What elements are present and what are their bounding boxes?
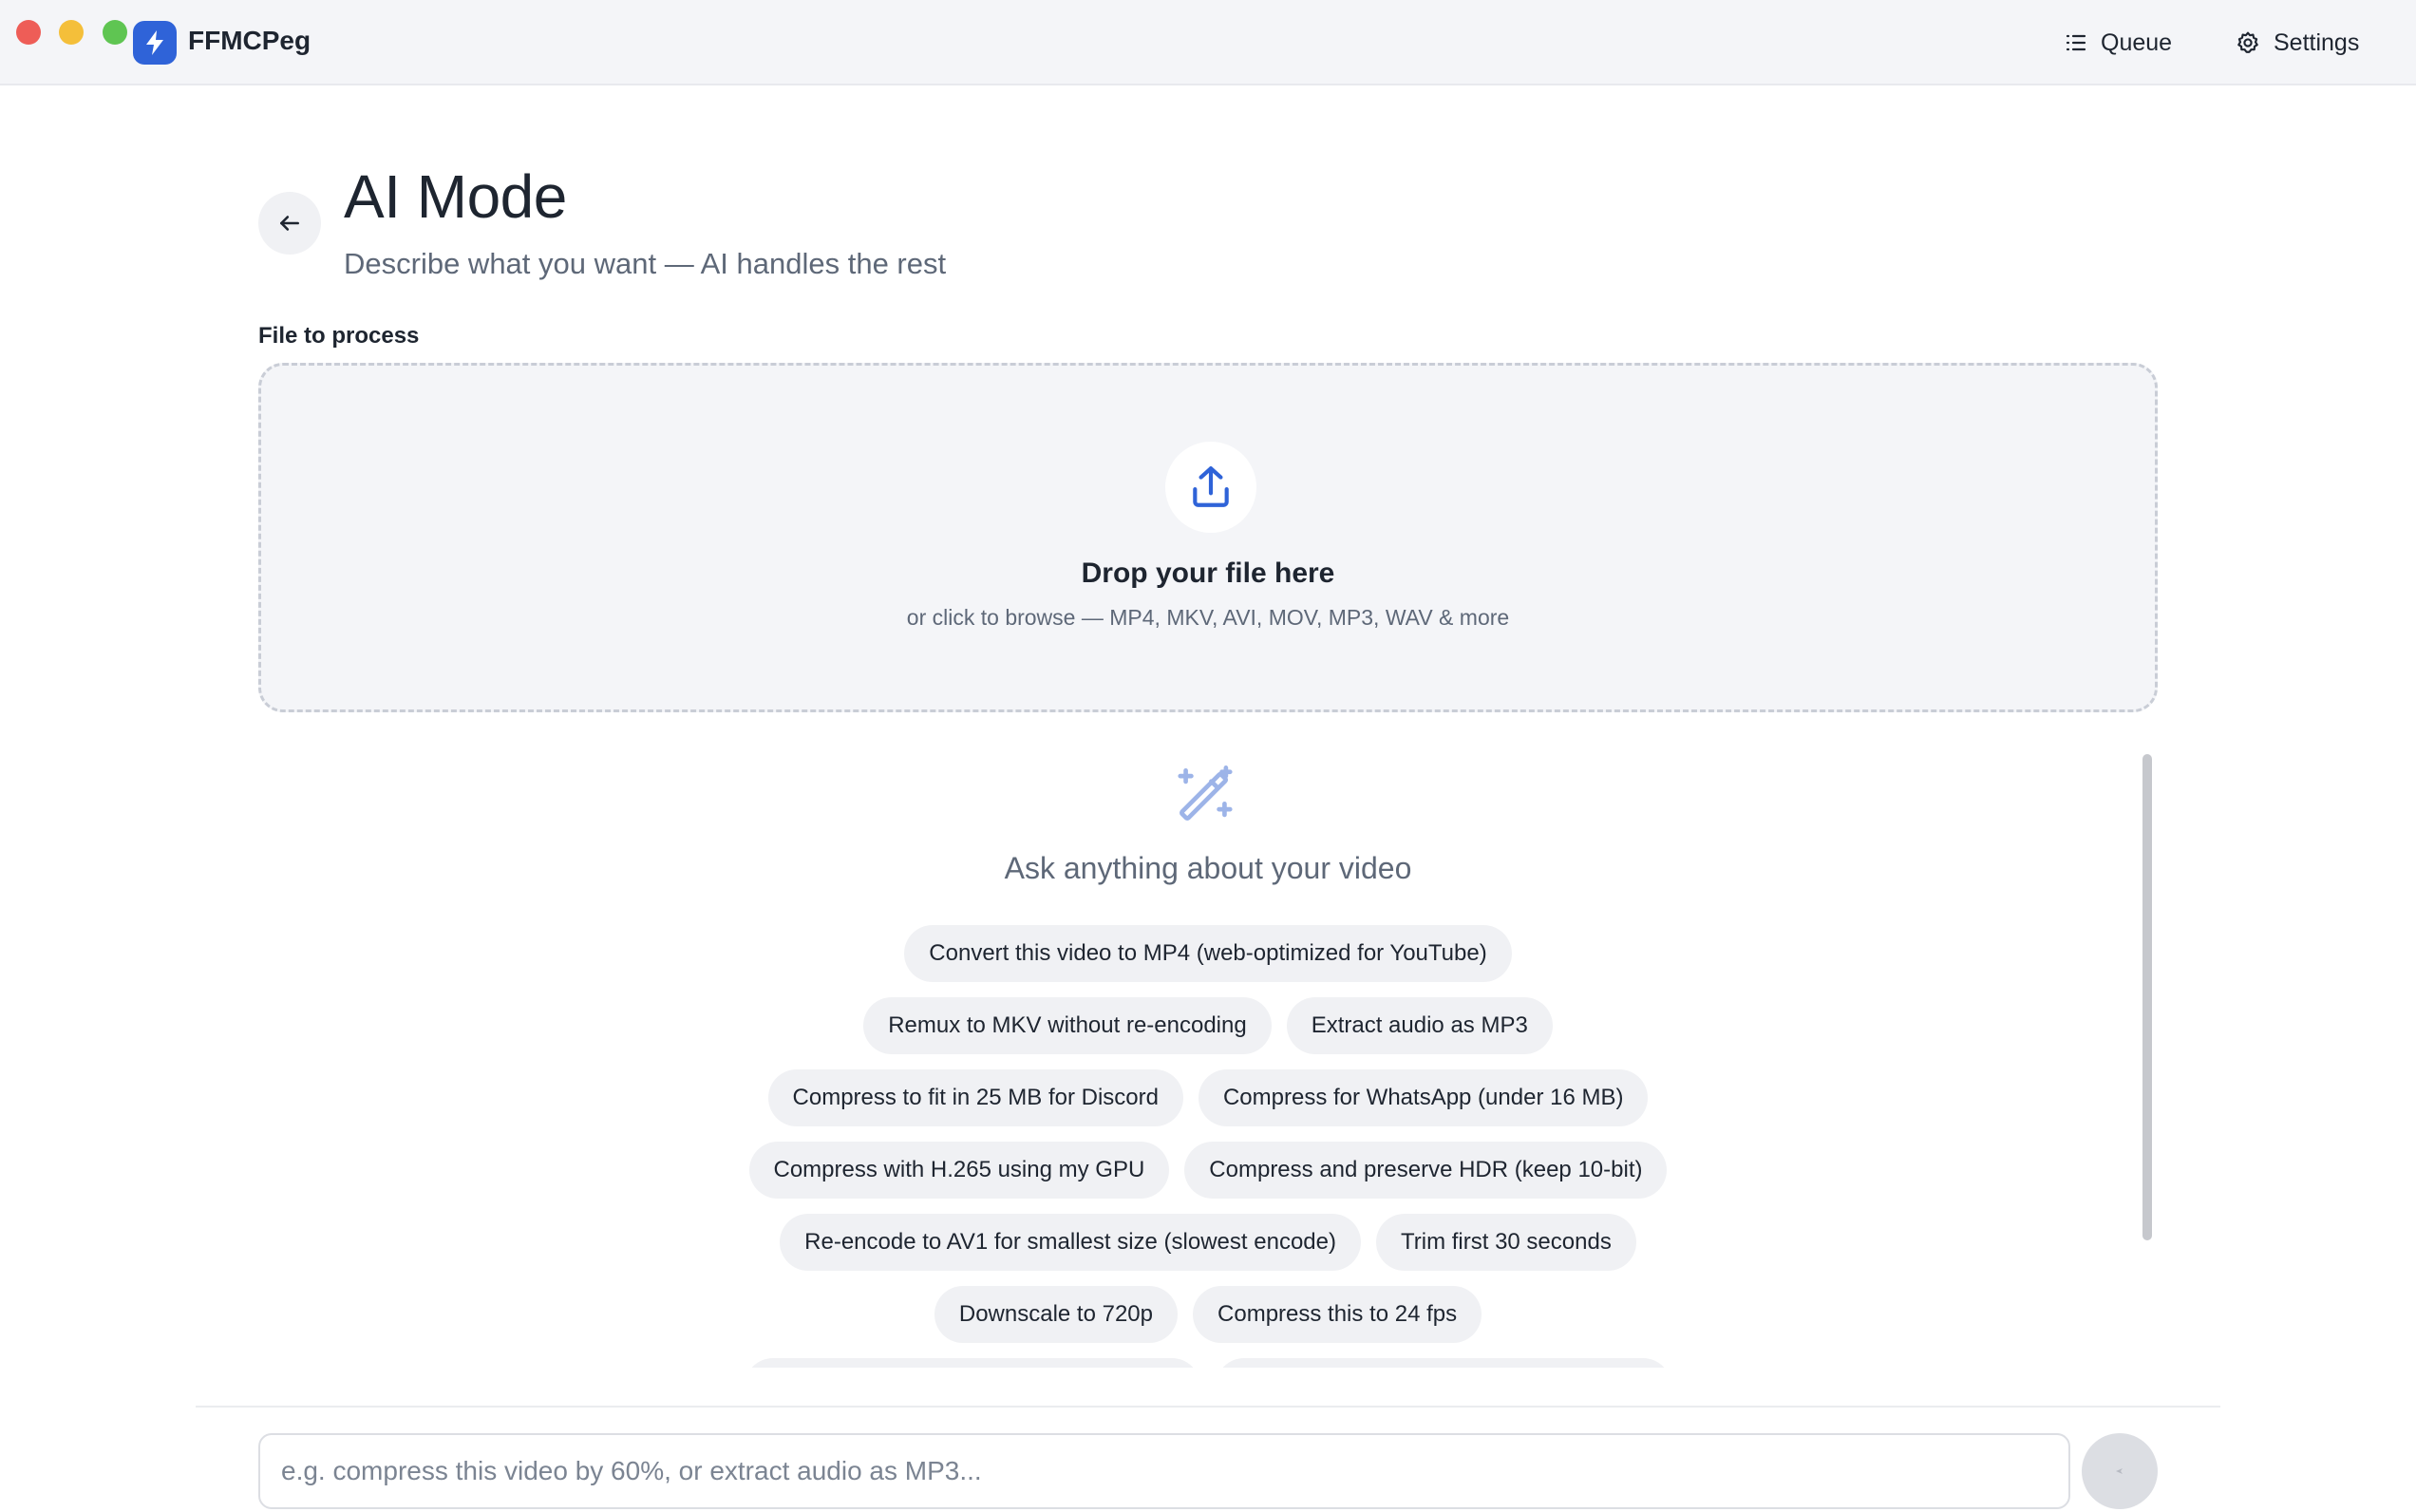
divider <box>196 1406 2220 1408</box>
title-bar: FFMCPeg Queue Settings <box>0 0 2416 85</box>
send-button[interactable] <box>2082 1433 2158 1509</box>
suggestion-chip-clipped[interactable] <box>745 1358 1200 1368</box>
prompt-input[interactable] <box>258 1433 2070 1509</box>
chip-row-partial <box>258 1358 2158 1368</box>
chip-row: Compress to fit in 25 MB for Discord Com… <box>258 1069 2158 1126</box>
page-subtitle: Describe what you want — AI handles the … <box>344 247 947 280</box>
app-name: FFMCPeg <box>188 26 311 55</box>
suggestion-chips: Convert this video to MP4 (web-optimized… <box>258 925 2158 1368</box>
suggestions-panel: Ask anything about your video Convert th… <box>258 741 2158 1368</box>
window-close-button[interactable] <box>16 20 41 45</box>
gear-icon <box>2237 31 2258 53</box>
page-title: AI Mode <box>344 162 567 231</box>
suggestions-title: Ask anything about your video <box>1004 851 1412 885</box>
settings-button[interactable]: Settings <box>2236 23 2359 63</box>
suggestion-chip[interactable]: Extract audio as MP3 <box>1286 997 1553 1054</box>
app-logo <box>133 21 177 65</box>
suggestion-chip[interactable]: Trim first 30 seconds <box>1375 1214 1636 1271</box>
queue-button[interactable]: Queue <box>2065 23 2172 63</box>
suggestion-chip[interactable]: Compress to fit in 25 MB for Discord <box>767 1069 1183 1126</box>
upload-icon-wrapper <box>1165 442 1256 533</box>
chip-row: Compress with H.265 using my GPU Compres… <box>258 1142 2158 1199</box>
suggestion-chip[interactable]: Compress for WhatsApp (under 16 MB) <box>1198 1069 1649 1126</box>
dropzone-subtitle: or click to browse — MP4, MKV, AVI, MOV,… <box>906 605 1510 630</box>
upload-icon <box>1193 466 1229 507</box>
chip-row: Remux to MKV without re-encoding Extract… <box>258 997 2158 1054</box>
dropzone-title: Drop your file here <box>1081 558 1335 589</box>
chip-row: Re-encode to AV1 for smallest size (slow… <box>258 1214 2158 1271</box>
arrow-left-icon <box>280 216 299 231</box>
suggestion-chip[interactable]: Compress with H.265 using my GPU <box>748 1142 1170 1199</box>
chip-row: Downscale to 720p Compress this to 24 fp… <box>258 1286 2158 1343</box>
file-dropzone[interactable]: Drop your file here or click to browse —… <box>258 363 2158 712</box>
window-zoom-button[interactable] <box>103 20 127 45</box>
suggestion-chip[interactable]: Remux to MKV without re-encoding <box>863 997 1272 1054</box>
chip-row: Convert this video to MP4 (web-optimized… <box>258 925 2158 982</box>
settings-label: Settings <box>2274 28 2360 56</box>
suggestion-chip[interactable]: Downscale to 720p <box>934 1286 1179 1343</box>
suggestion-chip-clipped[interactable] <box>1216 1358 1671 1368</box>
queue-label: Queue <box>2101 28 2173 56</box>
file-section-label: File to process <box>258 323 420 349</box>
send-icon <box>2116 1468 2123 1474</box>
suggestion-chip[interactable]: Compress this to 24 fps <box>1193 1286 1482 1343</box>
suggestions-scrollbar[interactable] <box>2142 754 2152 1240</box>
lightning-icon <box>146 30 163 55</box>
window-minimize-button[interactable] <box>59 20 84 45</box>
back-button[interactable] <box>258 192 321 255</box>
magic-wand-icon <box>1178 765 1233 821</box>
suggestion-chip[interactable]: Compress and preserve HDR (keep 10-bit) <box>1184 1142 1668 1199</box>
suggestion-chip[interactable]: Re-encode to AV1 for smallest size (slow… <box>780 1214 1361 1271</box>
suggestion-chip[interactable]: Convert this video to MP4 (web-optimized… <box>904 925 1512 982</box>
list-icon <box>2066 34 2086 51</box>
